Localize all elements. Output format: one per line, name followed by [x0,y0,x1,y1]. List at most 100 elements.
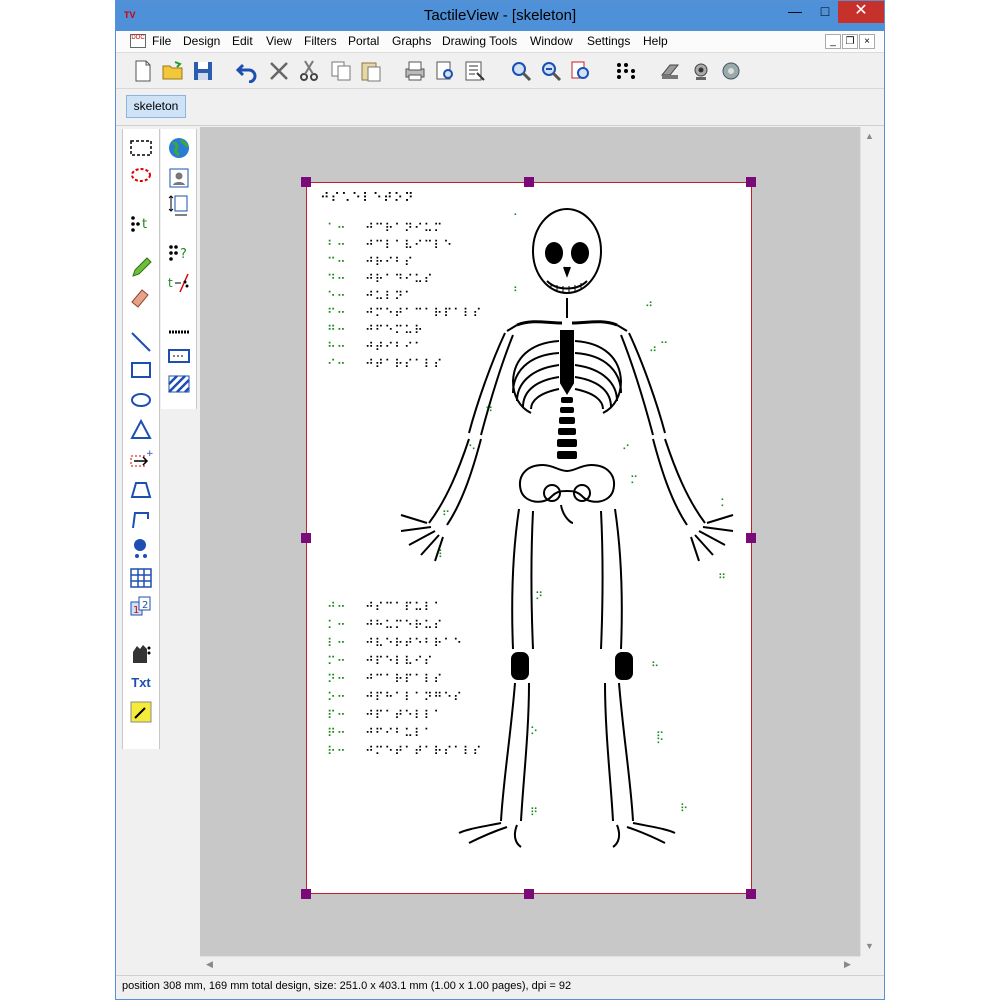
label-marker[interactable]: ⠚ [649,345,657,358]
legend-row[interactable]: ⠚⠒ ⠚⠎⠉⠁⠏⠥⠇⠁ [327,600,443,617]
menu-help[interactable]: Help [643,34,668,48]
tab-skeleton[interactable]: skeleton [126,95,186,118]
pencil-icon[interactable] [127,255,155,281]
line-tool-icon[interactable] [127,329,155,355]
print-icon[interactable] [402,58,428,84]
resize-handle-left[interactable] [301,533,311,543]
label-marker[interactable]: ⠋ [442,509,450,522]
resize-handle-bottom[interactable] [524,889,534,899]
braille-dots-icon[interactable] [612,58,638,84]
legend-row[interactable]: ⠓⠒ ⠚⠞⠊⠃⠊⠁ [327,340,424,357]
minimize-button[interactable]: — [780,1,810,23]
dashed-rectangle-icon[interactable] [165,343,193,369]
label-marker[interactable]: ⠉ [660,340,668,353]
arrow-tool-icon[interactable]: + [127,447,155,473]
resize-handle-top[interactable] [524,177,534,187]
legend-row[interactable]: ⠅⠒ ⠚⠓⠥⠍⠑⠗⠥⠎ [327,618,443,635]
zoom-in-icon[interactable] [508,58,534,84]
legend-row[interactable]: ⠛⠒ ⠚⠋⠑⠍⠥⠗ [327,323,424,340]
mdi-minimize-button[interactable]: _ [825,34,841,49]
polyline-tool-icon[interactable] [127,507,155,533]
globe-icon[interactable] [165,135,193,161]
menu-edit[interactable]: Edit [232,34,253,48]
resize-handle-right[interactable] [746,533,756,543]
dotted-line-icon[interactable] [165,315,193,341]
menu-view[interactable]: View [266,34,292,48]
label-marker[interactable]: ⠑ [468,443,476,456]
scanner-icon[interactable] [658,58,684,84]
braille-text-tool-icon[interactable]: t [127,209,155,235]
legend-row[interactable]: ⠊⠒ ⠚⠞⠁⠗⠎⠁⠇⠎ [327,357,443,374]
open-folder-icon[interactable] [160,58,186,84]
label-marker[interactable]: ⠗ [680,802,688,815]
emboss-icon[interactable] [462,58,488,84]
menu-filters[interactable]: Filters [304,34,337,48]
label-marker[interactable]: ⠛ [718,572,726,585]
undo-icon[interactable] [234,58,260,84]
dot-tool-icon[interactable] [127,535,155,561]
legend-row[interactable]: ⠃⠒ ⠚⠉⠇⠁⠧⠊⠉⠇⠑ [327,238,453,255]
scroll-down-icon[interactable]: ▼ [865,941,874,951]
rectangle-tool-icon[interactable] [127,357,155,383]
copy-icon[interactable] [328,58,354,84]
scroll-up-icon[interactable]: ▲ [865,131,874,141]
eraser-icon[interactable] [127,283,155,309]
cut-icon[interactable] [296,58,322,84]
legend-row[interactable]: ⠟⠒ ⠚⠋⠊⠃⠥⠇⠁ [327,726,434,743]
scroll-right-icon[interactable]: ▶ [844,959,851,970]
label-marker[interactable]: ⠙ [485,405,493,418]
label-marker[interactable]: ⠊ [656,737,664,750]
hatch-fill-icon[interactable] [165,371,193,397]
label-marker[interactable]: ⠟ [530,806,538,819]
delete-icon[interactable] [266,58,292,84]
label-marker[interactable]: ⠝ [535,590,543,603]
menu-portal[interactable]: Portal [348,34,379,48]
label-marker[interactable]: ⠚ [645,300,653,313]
save-icon[interactable] [190,58,216,84]
horizontal-scrollbar[interactable]: ◀ ▶ [200,956,860,973]
label-marker[interactable]: ⠃ [513,285,521,298]
label-marker[interactable]: ⠓ [651,660,659,673]
legend-row[interactable]: ⠍⠒ ⠚⠏⠑⠇⠧⠊⠎ [327,654,434,671]
legend-row[interactable]: ⠙⠒ ⠚⠗⠁⠙⠊⠥⠎ [327,272,434,289]
menu-graphs[interactable]: Graphs [392,34,431,48]
braille-check-icon[interactable]: ? [165,239,193,265]
zoom-out-icon[interactable] [538,58,564,84]
vertical-scrollbar[interactable]: ▲ ▼ [860,127,877,956]
scroll-left-icon[interactable]: ◀ [206,959,213,970]
triangle-tool-icon[interactable] [127,417,155,443]
mdi-restore-button[interactable]: ❐ [842,34,858,49]
label-marker[interactable]: ⠕ [530,725,538,738]
numbering-tool-icon[interactable]: 12 [127,593,155,619]
mdi-close-button[interactable]: × [859,34,875,49]
highlighter-icon[interactable] [127,699,155,725]
label-marker[interactable]: ⠁ [513,212,521,225]
legend-row[interactable]: ⠉⠒ ⠚⠗⠊⠃⠎ [327,255,414,272]
legend-row[interactable]: ⠋⠒ ⠚⠍⠑⠞⠁⠉⠁⠗⠏⠁⠇⠎ [327,306,482,323]
menu-design[interactable]: Design [183,34,220,48]
label-marker[interactable]: ⠍ [630,474,638,487]
legend-row[interactable]: ⠗⠒ ⠚⠍⠑⠞⠁⠞⠁⠗⠎⠁⠇⠎ [327,744,482,761]
ellipse-tool-icon[interactable] [127,387,155,413]
menu-window[interactable]: Window [530,34,573,48]
resize-handle-bottom-right[interactable] [746,889,756,899]
rectangle-select-icon[interactable] [127,135,155,161]
paste-icon[interactable] [358,58,384,84]
table-tool-icon[interactable] [127,565,155,591]
menu-file[interactable]: File [152,34,171,48]
menu-drawing-tools[interactable]: Drawing Tools [442,34,517,48]
trapezoid-tool-icon[interactable] [127,477,155,503]
page-size-icon[interactable] [165,193,193,219]
braille-title[interactable]: ⠚⠎⠡⠑⠇⠑⠞⠕⠝ [320,191,415,206]
menu-settings[interactable]: Settings [587,34,630,48]
resize-handle-top-right[interactable] [746,177,756,187]
legend-row[interactable]: ⠕⠒ ⠚⠏⠓⠁⠇⠁⠝⠛⠑⠎ [327,690,463,707]
text-to-braille-icon[interactable]: t [165,269,193,295]
label-marker[interactable]: ⠊ [622,443,630,456]
legend-row[interactable]: ⠑⠒ ⠚⠥⠇⠝⠁ [327,289,414,306]
camera-icon[interactable] [688,58,714,84]
resize-handle-top-left[interactable] [301,177,311,187]
new-file-icon[interactable] [130,58,156,84]
maximize-button[interactable]: □ [810,1,840,23]
zoom-page-icon[interactable] [568,58,594,84]
